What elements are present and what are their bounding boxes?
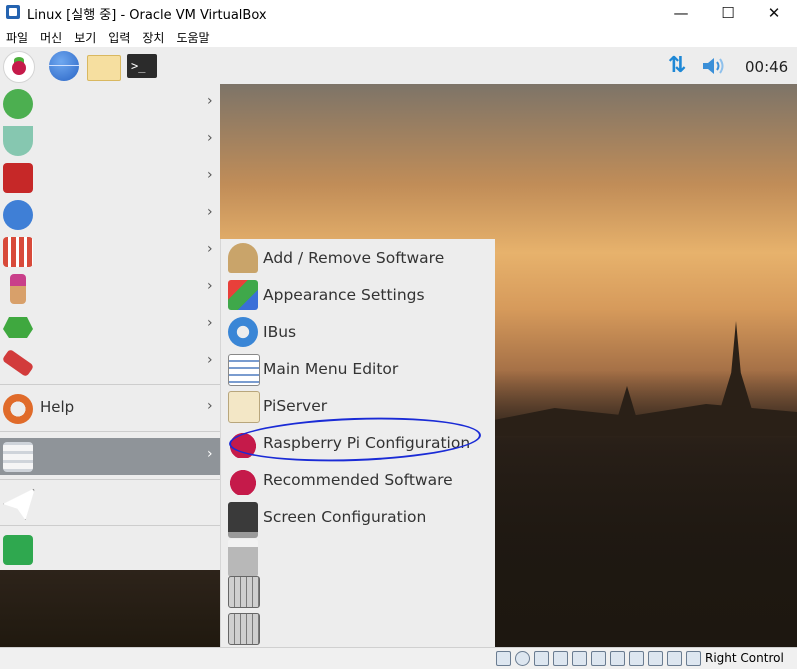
- office-icon: [3, 163, 33, 193]
- window-titlebar: Linux [실행 중] - Oracle VM VirtualBox — ☐ …: [0, 0, 797, 25]
- menu-item-help[interactable]: Help ›: [0, 390, 220, 427]
- accessories-icon: [1, 348, 35, 378]
- usb-icon[interactable]: [572, 651, 587, 666]
- network-arrows-icon[interactable]: ⇅: [664, 53, 690, 79]
- raspberry-menu-button[interactable]: [3, 51, 35, 83]
- menu-item-games[interactable]: ›: [0, 307, 220, 344]
- menu-machine[interactable]: 머신: [34, 25, 68, 47]
- submenu-item-add-remove-software[interactable]: Add / Remove Software: [221, 240, 495, 277]
- host-key-label: Right Control: [705, 651, 784, 665]
- menu-item-graphics[interactable]: ›: [0, 270, 220, 307]
- browser-launcher-icon[interactable]: [49, 51, 79, 81]
- menu-item-programming[interactable]: ›: [0, 85, 220, 122]
- chevron-right-icon: ›: [207, 204, 213, 220]
- menu-item-shutdown[interactable]: [0, 531, 220, 568]
- raspberry-icon: [228, 465, 258, 495]
- menu-item-accessories[interactable]: ›: [0, 344, 220, 381]
- menu-help[interactable]: 도움말: [170, 25, 215, 47]
- appearance-icon: [228, 280, 258, 310]
- menu-item-sound-video[interactable]: ›: [0, 233, 220, 270]
- chevron-right-icon: ›: [207, 446, 213, 462]
- submenu-item-label: PiServer: [263, 397, 328, 415]
- monitor-icon: [228, 502, 258, 538]
- submenu-item-keyboard[interactable]: [221, 573, 495, 610]
- menu-file[interactable]: 파일: [0, 25, 34, 47]
- submenu-item-label: Screen Configuration: [263, 508, 427, 526]
- chevron-right-icon: ›: [207, 241, 213, 257]
- optical-drive-icon[interactable]: [515, 651, 530, 666]
- keyboard-mouse-icon: [228, 613, 260, 645]
- submenu-item-main-menu-editor[interactable]: Main Menu Editor: [221, 351, 495, 388]
- file-manager-icon[interactable]: [87, 55, 121, 81]
- printer-icon: [228, 539, 258, 577]
- hard-disk-icon[interactable]: [496, 651, 511, 666]
- sound-video-icon: [3, 237, 33, 267]
- chevron-right-icon: ›: [207, 93, 213, 109]
- chevron-right-icon: ›: [207, 398, 213, 414]
- menu-item-label: Help: [40, 398, 75, 416]
- menu-divider: [0, 384, 220, 385]
- menu-item-office[interactable]: ›: [0, 159, 220, 196]
- virtualbox-icon: [6, 5, 20, 19]
- menu-divider: [0, 431, 220, 432]
- keyboard-icon: [228, 576, 260, 608]
- menu-item-education[interactable]: ›: [0, 122, 220, 159]
- submenu-item-label: Recommended Software: [263, 471, 453, 489]
- audio-icon[interactable]: [534, 651, 549, 666]
- lifebuoy-icon: [3, 394, 33, 424]
- submenu-item-label: IBus: [263, 323, 297, 341]
- virtualbox-statusbar: Right Control: [0, 647, 797, 669]
- menu-divider: [0, 479, 220, 480]
- submenu-item-ibus[interactable]: IBus: [221, 314, 495, 351]
- submenu-item-screen-configuration[interactable]: Screen Configuration: [221, 499, 495, 538]
- main-menu: › › › › › › › › Help › ›: [0, 84, 220, 570]
- exit-icon: [3, 535, 33, 565]
- menu-item-internet[interactable]: ›: [0, 196, 220, 233]
- graphics-icon: [10, 274, 26, 304]
- submenu-item-label: Add / Remove Software: [263, 249, 445, 267]
- window-title: Linux [실행 중] - Oracle VM VirtualBox: [27, 8, 267, 23]
- display-icon[interactable]: [610, 651, 625, 666]
- menu-input[interactable]: 입력: [102, 25, 136, 47]
- submenu-item-mouse-keyboard[interactable]: [221, 610, 495, 647]
- education-icon: [3, 126, 33, 156]
- network-icon[interactable]: [553, 651, 568, 666]
- menu-item-preferences[interactable]: ›: [0, 438, 220, 475]
- submenu-item-recommended-software[interactable]: Recommended Software: [221, 462, 495, 499]
- maximize-button[interactable]: ☐: [705, 0, 751, 25]
- keyboard-capture-icon[interactable]: [686, 651, 701, 666]
- package-icon: [228, 243, 258, 273]
- gear-icon: [228, 317, 258, 347]
- menu-divider: [0, 525, 220, 526]
- submenu-item-appearance-settings[interactable]: Appearance Settings: [221, 277, 495, 314]
- clock: 00:46: [745, 58, 789, 76]
- submenu-item-label: Appearance Settings: [263, 286, 425, 304]
- menu-view[interactable]: 보기: [68, 25, 102, 47]
- games-icon: [3, 317, 33, 338]
- menu-devices[interactable]: 장치: [136, 25, 170, 47]
- shared-folder-icon[interactable]: [591, 651, 606, 666]
- preferences-icon: [3, 442, 33, 472]
- paper-plane-icon: [3, 488, 35, 520]
- terminal-icon[interactable]: >_: [127, 54, 157, 78]
- piserver-icon: [228, 391, 260, 423]
- recording-icon[interactable]: [629, 651, 644, 666]
- submenu-item-printer[interactable]: [221, 536, 495, 577]
- chevron-right-icon: ›: [207, 278, 213, 294]
- programming-icon: [3, 89, 33, 119]
- internet-icon: [3, 200, 33, 230]
- menubar: 파일 머신 보기 입력 장치 도움말: [0, 25, 797, 47]
- close-button[interactable]: ✕: [751, 0, 797, 25]
- mouse-integration-icon[interactable]: [667, 651, 682, 666]
- chevron-right-icon: ›: [207, 315, 213, 331]
- menu-item-run[interactable]: [0, 484, 220, 521]
- volume-icon[interactable]: [701, 55, 727, 77]
- chevron-right-icon: ›: [207, 167, 213, 183]
- submenu-item-label: Main Menu Editor: [263, 360, 399, 378]
- chevron-right-icon: ›: [207, 352, 213, 368]
- cpu-icon[interactable]: [648, 651, 663, 666]
- menu-editor-icon: [228, 354, 260, 386]
- minimize-button[interactable]: —: [658, 0, 704, 25]
- chevron-right-icon: ›: [207, 130, 213, 146]
